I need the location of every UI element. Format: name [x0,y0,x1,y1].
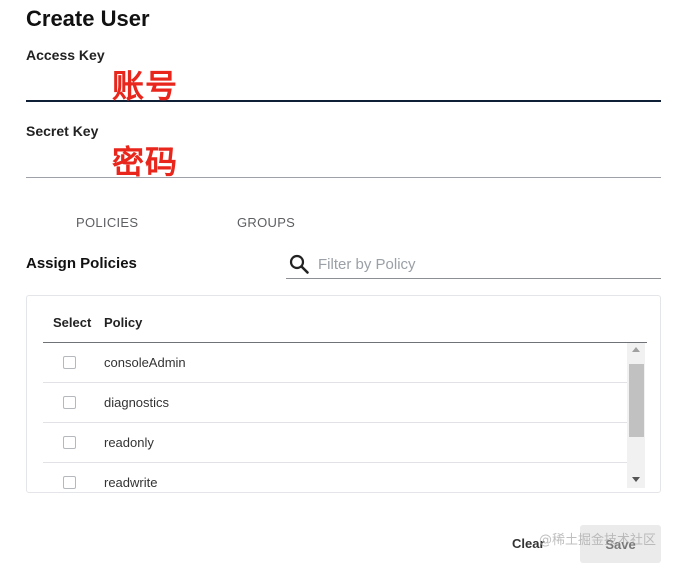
secret-key-label: Secret Key [26,123,99,139]
secret-key-annotation: 密码 [112,143,179,181]
row-checkbox[interactable] [63,356,76,369]
scroll-up-arrow-icon[interactable] [632,347,640,352]
column-header-select: Select [53,315,92,330]
table-scrollbar[interactable] [627,343,645,488]
access-key-annotation: 账号 [112,67,179,105]
scroll-down-arrow-icon[interactable] [632,477,640,482]
access-key-label: Access Key [26,47,105,63]
assign-policies-title: Assign Policies [26,255,137,272]
policy-name: diagnostics [104,395,170,410]
tab-groups[interactable]: GROUPS [237,215,295,230]
table-row[interactable]: diagnostics [43,383,627,423]
row-checkbox[interactable] [63,396,76,409]
policy-name: consoleAdmin [104,355,186,370]
search-icon [289,254,309,274]
policy-table: Select Policy consoleAdmin diagnostics r… [26,295,661,493]
row-checkbox[interactable] [63,476,76,489]
table-row[interactable]: consoleAdmin [43,343,627,383]
policy-filter-input[interactable] [318,253,648,275]
column-header-policy: Policy [104,315,143,330]
page-title: Create User [26,6,150,31]
policy-name: readwrite [104,475,158,490]
tab-policies[interactable]: POLICIES [76,215,138,230]
table-row[interactable]: readonly [43,423,627,463]
policy-name: readonly [104,435,154,450]
row-checkbox[interactable] [63,436,76,449]
policy-filter [286,250,661,279]
clear-button[interactable]: Clear [512,536,545,551]
save-button[interactable]: Save [580,525,661,563]
scrollbar-thumb[interactable] [629,364,644,437]
table-row[interactable]: readwrite [43,463,627,493]
policy-rows: consoleAdmin diagnostics readonly readwr… [43,343,647,493]
